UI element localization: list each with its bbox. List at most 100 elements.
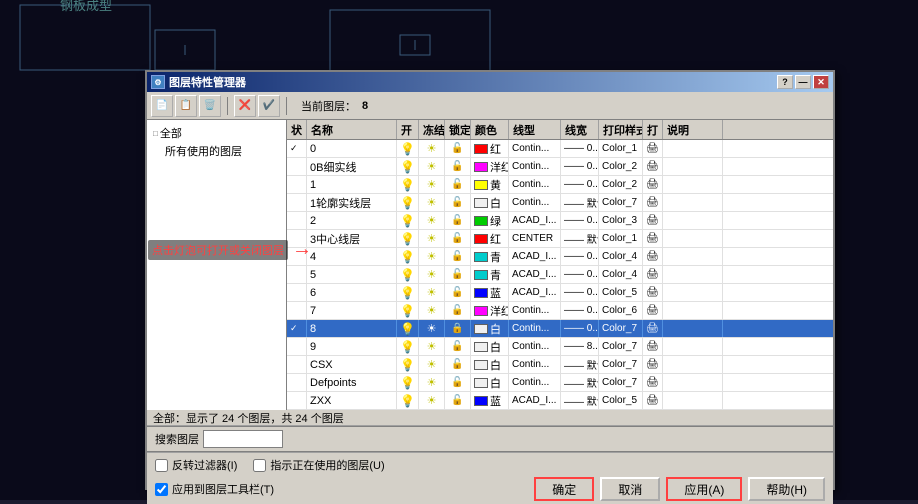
delete-layer-button[interactable]: 🗑️	[199, 95, 221, 117]
cell-print-style[interactable]: Color_2	[599, 176, 643, 193]
confirm-toolbar-button[interactable]: ✔️	[258, 95, 280, 117]
cell-linetype[interactable]: Contin...	[509, 140, 561, 157]
cell-lock[interactable]: 🔓	[445, 212, 471, 229]
table-row[interactable]: 9 💡 ☀ 🔓 白 Contin... —— 8... Color_7 🖨	[287, 338, 833, 356]
bulb-icon[interactable]: 💡	[400, 250, 415, 264]
cell-print-style[interactable]: Color_7	[599, 356, 643, 373]
cell-color[interactable]: 白	[471, 194, 509, 211]
cell-print[interactable]: 🖨	[643, 284, 663, 301]
cell-freeze[interactable]: ☀	[419, 374, 445, 391]
table-row[interactable]: Defpoints 💡 ☀ 🔓 白 Contin... —— 默认 Color_…	[287, 374, 833, 392]
cell-lock[interactable]: 🔓	[445, 230, 471, 247]
cell-linewidth[interactable]: —— 0...	[561, 248, 599, 265]
cell-linetype[interactable]: ACAD_I...	[509, 266, 561, 283]
help-title-button[interactable]: ?	[777, 75, 793, 89]
cell-linetype[interactable]: Contin...	[509, 356, 561, 373]
lock-icon[interactable]: 🔓	[451, 161, 463, 172]
table-row[interactable]: 7 💡 ☀ 🔓 洋红 Contin... —— 0... Color_6 🖨	[287, 302, 833, 320]
cell-lock[interactable]: 🔓	[445, 194, 471, 211]
cell-lock[interactable]: 🔓	[445, 356, 471, 373]
cell-print[interactable]: 🖨	[643, 176, 663, 193]
cell-linewidth[interactable]: —— 默认	[561, 374, 599, 391]
cell-freeze[interactable]: ☀	[419, 320, 445, 337]
print-icon[interactable]: 🖨	[646, 395, 659, 406]
cell-on[interactable]: 💡	[397, 158, 419, 175]
cell-linewidth[interactable]: —— 0...	[561, 320, 599, 337]
header-name[interactable]: 名称	[307, 120, 397, 139]
cell-freeze[interactable]: ☀	[419, 338, 445, 355]
cell-linewidth[interactable]: —— 0...	[561, 158, 599, 175]
cell-freeze[interactable]: ☀	[419, 176, 445, 193]
cell-on[interactable]: 💡	[397, 338, 419, 355]
cell-print-style[interactable]: Color_7	[599, 194, 643, 211]
freeze-icon[interactable]: ☀	[427, 358, 437, 371]
lock-icon[interactable]: 🔓	[451, 233, 463, 244]
cell-print[interactable]: 🖨	[643, 320, 663, 337]
cell-freeze[interactable]: ☀	[419, 266, 445, 283]
tree-item-all[interactable]: □ 全部	[151, 124, 282, 142]
cell-linewidth[interactable]: —— 0...	[561, 212, 599, 229]
bulb-icon[interactable]: 💡	[400, 232, 415, 246]
cell-print[interactable]: 🖨	[643, 392, 663, 409]
invert-filter-checkbox[interactable]: 反转过滤器(I)	[155, 457, 237, 473]
lock-icon[interactable]: 🔓	[451, 215, 463, 226]
print-icon[interactable]: 🖨	[646, 323, 659, 334]
cell-freeze[interactable]: ☀	[419, 302, 445, 319]
table-row[interactable]: 5 💡 ☀ 🔓 青 ACAD_I... —— 0... Color_4 🖨	[287, 266, 833, 284]
bulb-icon[interactable]: 💡	[400, 160, 415, 174]
cell-color[interactable]: 白	[471, 374, 509, 391]
cell-print[interactable]: 🖨	[643, 266, 663, 283]
cell-print-style[interactable]: Color_5	[599, 284, 643, 301]
cell-print[interactable]: 🖨	[643, 212, 663, 229]
print-icon[interactable]: 🖨	[646, 161, 659, 172]
cell-print[interactable]: 🖨	[643, 356, 663, 373]
cell-color[interactable]: 白	[471, 356, 509, 373]
apply-button[interactable]: 应用(A)	[666, 477, 742, 501]
print-icon[interactable]: 🖨	[646, 233, 659, 244]
print-icon[interactable]: 🖨	[646, 377, 659, 388]
cell-freeze[interactable]: ☀	[419, 140, 445, 157]
cell-print[interactable]: 🖨	[643, 302, 663, 319]
freeze-icon[interactable]: ☀	[427, 268, 437, 281]
apply-toolbar-checkbox[interactable]: 应用到图层工具栏(T)	[155, 481, 274, 497]
cell-print[interactable]: 🖨	[643, 194, 663, 211]
table-row[interactable]: CSX 💡 ☀ 🔓 白 Contin... —— 默认 Color_7 🖨	[287, 356, 833, 374]
cell-print[interactable]: 🖨	[643, 230, 663, 247]
cell-color[interactable]: 蓝	[471, 284, 509, 301]
cell-linewidth[interactable]: —— 默认	[561, 356, 599, 373]
cell-freeze[interactable]: ☀	[419, 284, 445, 301]
lock-icon[interactable]: 🔓	[451, 251, 463, 262]
cell-on[interactable]: 💡	[397, 392, 419, 409]
cell-print[interactable]: 🖨	[643, 158, 663, 175]
bulb-icon[interactable]: 💡	[400, 304, 415, 318]
cell-color[interactable]: 蓝	[471, 392, 509, 409]
cell-print-style[interactable]: Color_7	[599, 320, 643, 337]
cell-print-style[interactable]: Color_1	[599, 230, 643, 247]
print-icon[interactable]: 🖨	[646, 305, 659, 316]
cell-print-style[interactable]: Color_6	[599, 302, 643, 319]
cell-linewidth[interactable]: —— 8...	[561, 338, 599, 355]
cell-print[interactable]: 🖨	[643, 338, 663, 355]
cell-color[interactable]: 青	[471, 266, 509, 283]
minimize-button[interactable]: —	[795, 75, 811, 89]
apply-toolbar-input[interactable]	[155, 483, 168, 496]
cell-linetype[interactable]: ACAD_I...	[509, 212, 561, 229]
cell-lock[interactable]: 🔓	[445, 284, 471, 301]
lock-icon[interactable]: 🔓	[451, 287, 463, 298]
header-lock[interactable]: 锁定	[445, 120, 471, 139]
table-row[interactable]: 3中心线层 💡 ☀ 🔓 红 CENTER —— 默认 Color_1 🖨	[287, 230, 833, 248]
cell-color[interactable]: 绿	[471, 212, 509, 229]
print-icon[interactable]: 🖨	[646, 197, 659, 208]
cell-on[interactable]: 💡	[397, 212, 419, 229]
freeze-icon[interactable]: ☀	[427, 142, 437, 155]
bulb-icon[interactable]: 💡	[400, 142, 415, 156]
cell-lock[interactable]: 🔓	[445, 158, 471, 175]
lock-icon[interactable]: 🔓	[451, 179, 463, 190]
table-row[interactable]: 0B细实线 💡 ☀ 🔓 洋红 Contin... —— 0... Color_2…	[287, 158, 833, 176]
freeze-icon[interactable]: ☀	[427, 232, 437, 245]
cell-lock[interactable]: 🔓	[445, 266, 471, 283]
ok-button[interactable]: 确定	[534, 477, 594, 501]
header-status[interactable]: 状	[287, 120, 307, 139]
table-row[interactable]: 1轮廓实线层 💡 ☀ 🔓 白 Contin... —— 默认 Color_7 🖨	[287, 194, 833, 212]
cancel-toolbar-button[interactable]: ❌	[234, 95, 256, 117]
